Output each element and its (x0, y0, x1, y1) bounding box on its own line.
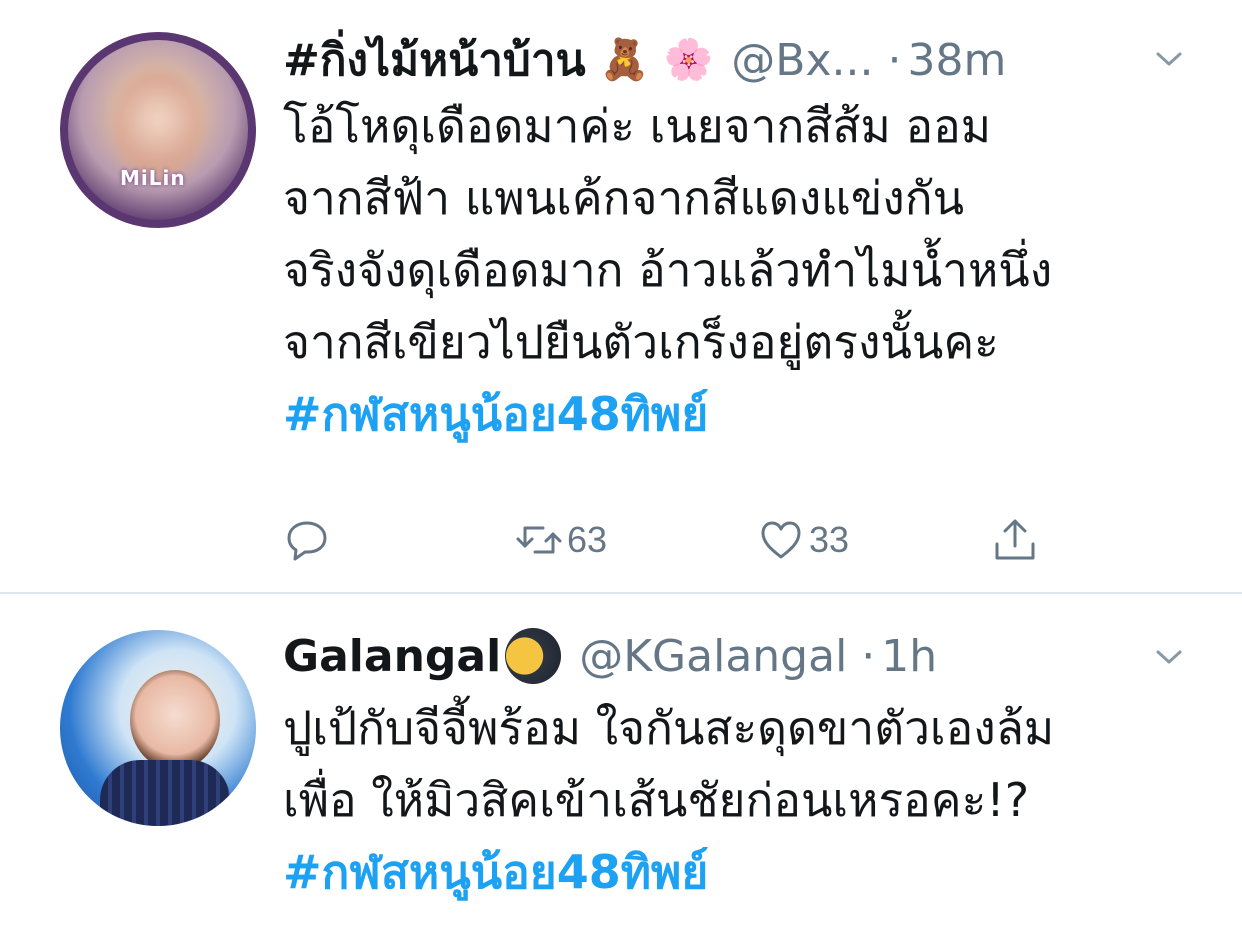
avatar-photo (113, 70, 203, 180)
tweet-text-line: จากสีฟ้า แพนเค้กจากสีแดงแข่งกัน (283, 171, 965, 225)
hashtag-link[interactable]: #กฬสหนูน้อย48ทิพย์ (283, 836, 1213, 908)
chevron-down-icon[interactable] (1154, 642, 1184, 672)
tweet-text-line: ปูเป้กับจีจี้พร้อม ใจกันสะดุดขาตัวเองล้ม (283, 701, 1055, 755)
display-name[interactable]: #กิ่งไม้หน้าบ้าน (283, 25, 586, 95)
share-icon (995, 519, 1035, 560)
retweet-count: 63 (567, 519, 608, 560)
tweet-header: Galangal @KGalangal · 1h (283, 626, 937, 686)
avatar-photo (130, 670, 220, 770)
cherry-blossom-icon: 🌸 (663, 37, 714, 83)
chevron-down-icon[interactable] (1154, 44, 1184, 74)
timestamp[interactable]: 1h (881, 631, 937, 682)
tweet-header: #กิ่งไม้หน้าบ้าน 🧸 🌸 @Bx... · 38m (283, 30, 1006, 90)
tweet-text-line: จากสีเขียวไปยืนตัวเกร็งอยู่ตรงนั้นคะ (283, 315, 999, 369)
retweet-icon (516, 526, 562, 554)
teddy-bear-icon: 🧸 (599, 37, 650, 83)
avatar[interactable]: MiLin (60, 32, 256, 228)
tweet-text-line: จริงจังดุเดือดมาก อ้าวแล้วทำไมน้ำหนึ่ง (283, 243, 1053, 297)
retweet-button[interactable]: 63 (515, 512, 607, 568)
hashtag-link[interactable]: #กฬสหนูน้อย48ทิพย์ (283, 378, 1213, 450)
tweet[interactable]: Galangal @KGalangal · 1h ปูเป้กับจีจี้พร… (0, 594, 1242, 939)
separator-dot: · (887, 34, 902, 86)
avatar-watermark: MiLin (120, 166, 186, 190)
tweet[interactable]: MiLin #กิ่งไม้หน้าบ้าน 🧸 🌸 @Bx... · 38m … (0, 0, 1242, 592)
moon-icon (505, 628, 562, 684)
share-button[interactable] (991, 512, 1039, 568)
reply-icon (287, 521, 327, 561)
timestamp[interactable]: 38m (907, 35, 1006, 86)
tweet-actions: 63 33 (283, 512, 1183, 568)
separator-dot: · (861, 630, 876, 682)
reply-button[interactable] (283, 512, 335, 568)
avatar-photo-body (100, 760, 230, 826)
tweet-text: ปูเป้กับจีจี้พร้อม ใจกันสะดุดขาตัวเองล้ม… (283, 692, 1213, 908)
display-name[interactable]: Galangal (283, 631, 501, 682)
like-button[interactable]: 33 (757, 512, 849, 568)
user-handle[interactable]: @Bx... (731, 35, 873, 86)
heart-icon (761, 521, 801, 559)
avatar[interactable] (60, 630, 256, 826)
user-handle[interactable]: @KGalangal (579, 631, 847, 682)
tweet-text: โอ้โหดุเดือดมาค่ะ เนยจากสีส้ม ออม จากสีฟ… (283, 90, 1213, 450)
tweet-text-line: โอ้โหดุเดือดมาค่ะ เนยจากสีส้ม ออม (283, 99, 992, 153)
like-count: 33 (809, 519, 850, 560)
tweet-text-line: เพื่อ ให้มิวสิคเข้าเส้นชัยก่อนเหรอคะ!? (283, 773, 1030, 827)
